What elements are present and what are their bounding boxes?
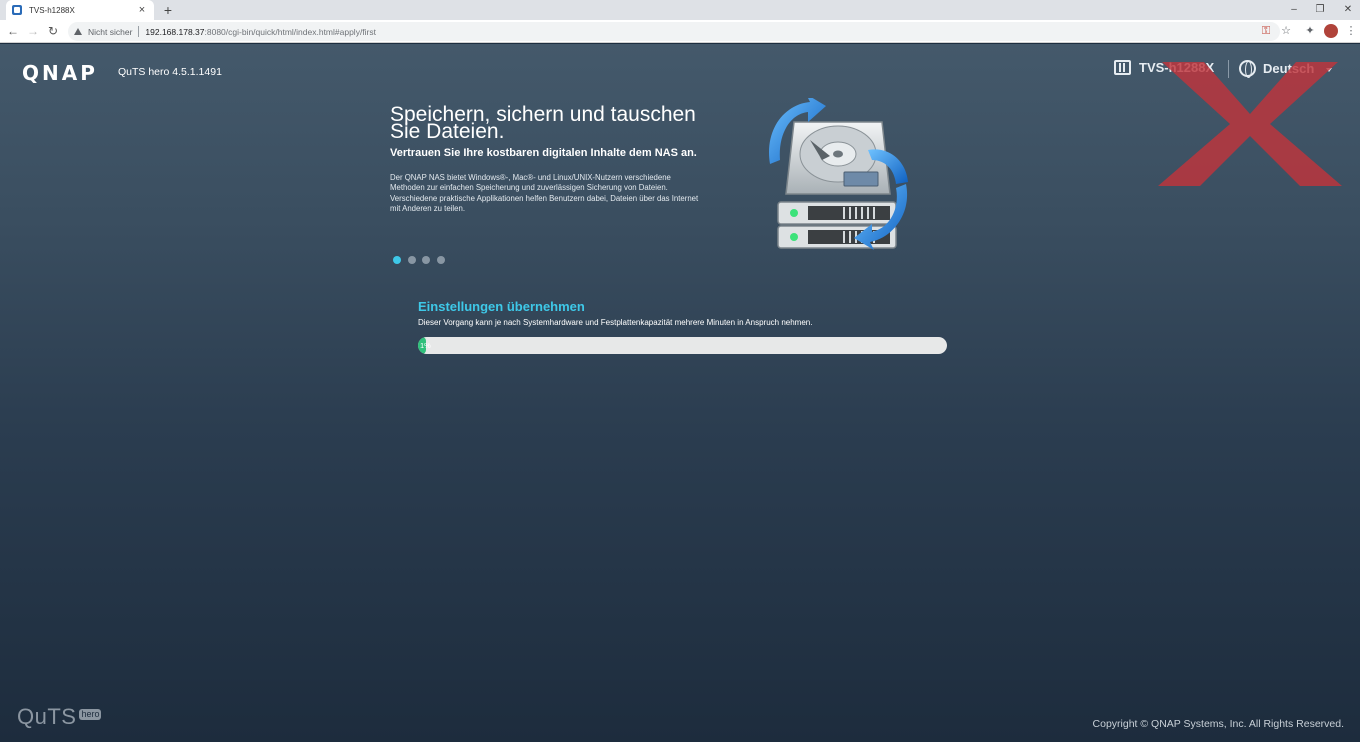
slide-headline: Speichern, sichern und tauschen Sie Date… (390, 103, 696, 143)
quts-logo-text: QuTS (17, 704, 77, 729)
minimize-icon[interactable]: – (1280, 0, 1308, 20)
address-divider (138, 26, 140, 37)
slide-description: Der QNAP NAS bietet Windows®-, Mac®- und… (390, 173, 699, 213)
quts-hero-logo: QuTS hero (17, 704, 102, 730)
window-close-icon[interactable]: ✕ (1334, 0, 1360, 20)
qnap-logo: QNAP (22, 61, 98, 85)
copyright-text: Copyright © QNAP Systems, Inc. All Right… (1092, 718, 1344, 730)
back-icon[interactable]: ← (5, 23, 21, 39)
address-bar[interactable]: Nicht sicher 192.168.178.37 :8080/cgi-bi… (68, 22, 1280, 41)
progress-percent: 1% (420, 341, 431, 350)
maximize-icon[interactable]: ❐ (1306, 0, 1334, 20)
slide-pagination (393, 256, 451, 264)
firmware-version: QuTS hero 4.5.1.1491 (118, 66, 222, 78)
hard-drive-sync-icon (769, 98, 908, 250)
browser-tab[interactable]: TVS-h1288X × (6, 0, 154, 20)
tab-title: TVS-h1288X (29, 5, 75, 15)
slide-dot-4[interactable] (436, 256, 445, 264)
slide-dot-1[interactable] (393, 256, 401, 264)
reload-icon[interactable]: ↻ (45, 23, 61, 39)
watermark-x-icon (1158, 62, 1342, 186)
url-host: 192.168.178.37 (145, 26, 205, 37)
browser-tabbar: TVS-h1288X × + – ❐ ✕ (0, 0, 1360, 20)
slide-dot-3[interactable] (422, 256, 430, 264)
new-tab-button[interactable]: + (160, 2, 176, 18)
url-path: :8080/cgi-bin/quick/html/index.html#appl… (204, 26, 377, 37)
nas-device-icon (1114, 60, 1131, 75)
hero-logo-text: hero (79, 709, 102, 720)
progress-description: Dieser Vorgang kann je nach Systemhardwa… (418, 318, 813, 327)
security-label[interactable]: Nicht sicher (88, 27, 132, 37)
key-icon[interactable]: ⚿ (1258, 23, 1274, 39)
warning-icon[interactable] (74, 28, 82, 35)
tab-close-icon[interactable]: × (136, 4, 148, 16)
extensions-icon[interactable]: ✦ (1302, 23, 1318, 39)
forward-icon[interactable]: → (25, 23, 41, 39)
profile-avatar[interactable] (1324, 24, 1338, 38)
bookmark-star-icon[interactable]: ☆ (1278, 23, 1294, 39)
menu-icon[interactable]: ⋮ (1343, 23, 1359, 39)
progress-title: Einstellungen übernehmen (418, 299, 585, 314)
slide-subheadline: Vertrauen Sie Ihre kostbaren digitalen I… (390, 147, 697, 159)
slide-dot-2[interactable] (407, 256, 416, 264)
qnap-setup-page: QNAP QuTS hero 4.5.1.1491 TVS-h1288X Deu… (0, 44, 1360, 742)
browser-toolbar: ← → ↻ Nicht sicher 192.168.178.37 :8080/… (0, 20, 1360, 43)
progress-bar: 1% (418, 337, 947, 354)
qnap-favicon-icon (12, 5, 22, 15)
